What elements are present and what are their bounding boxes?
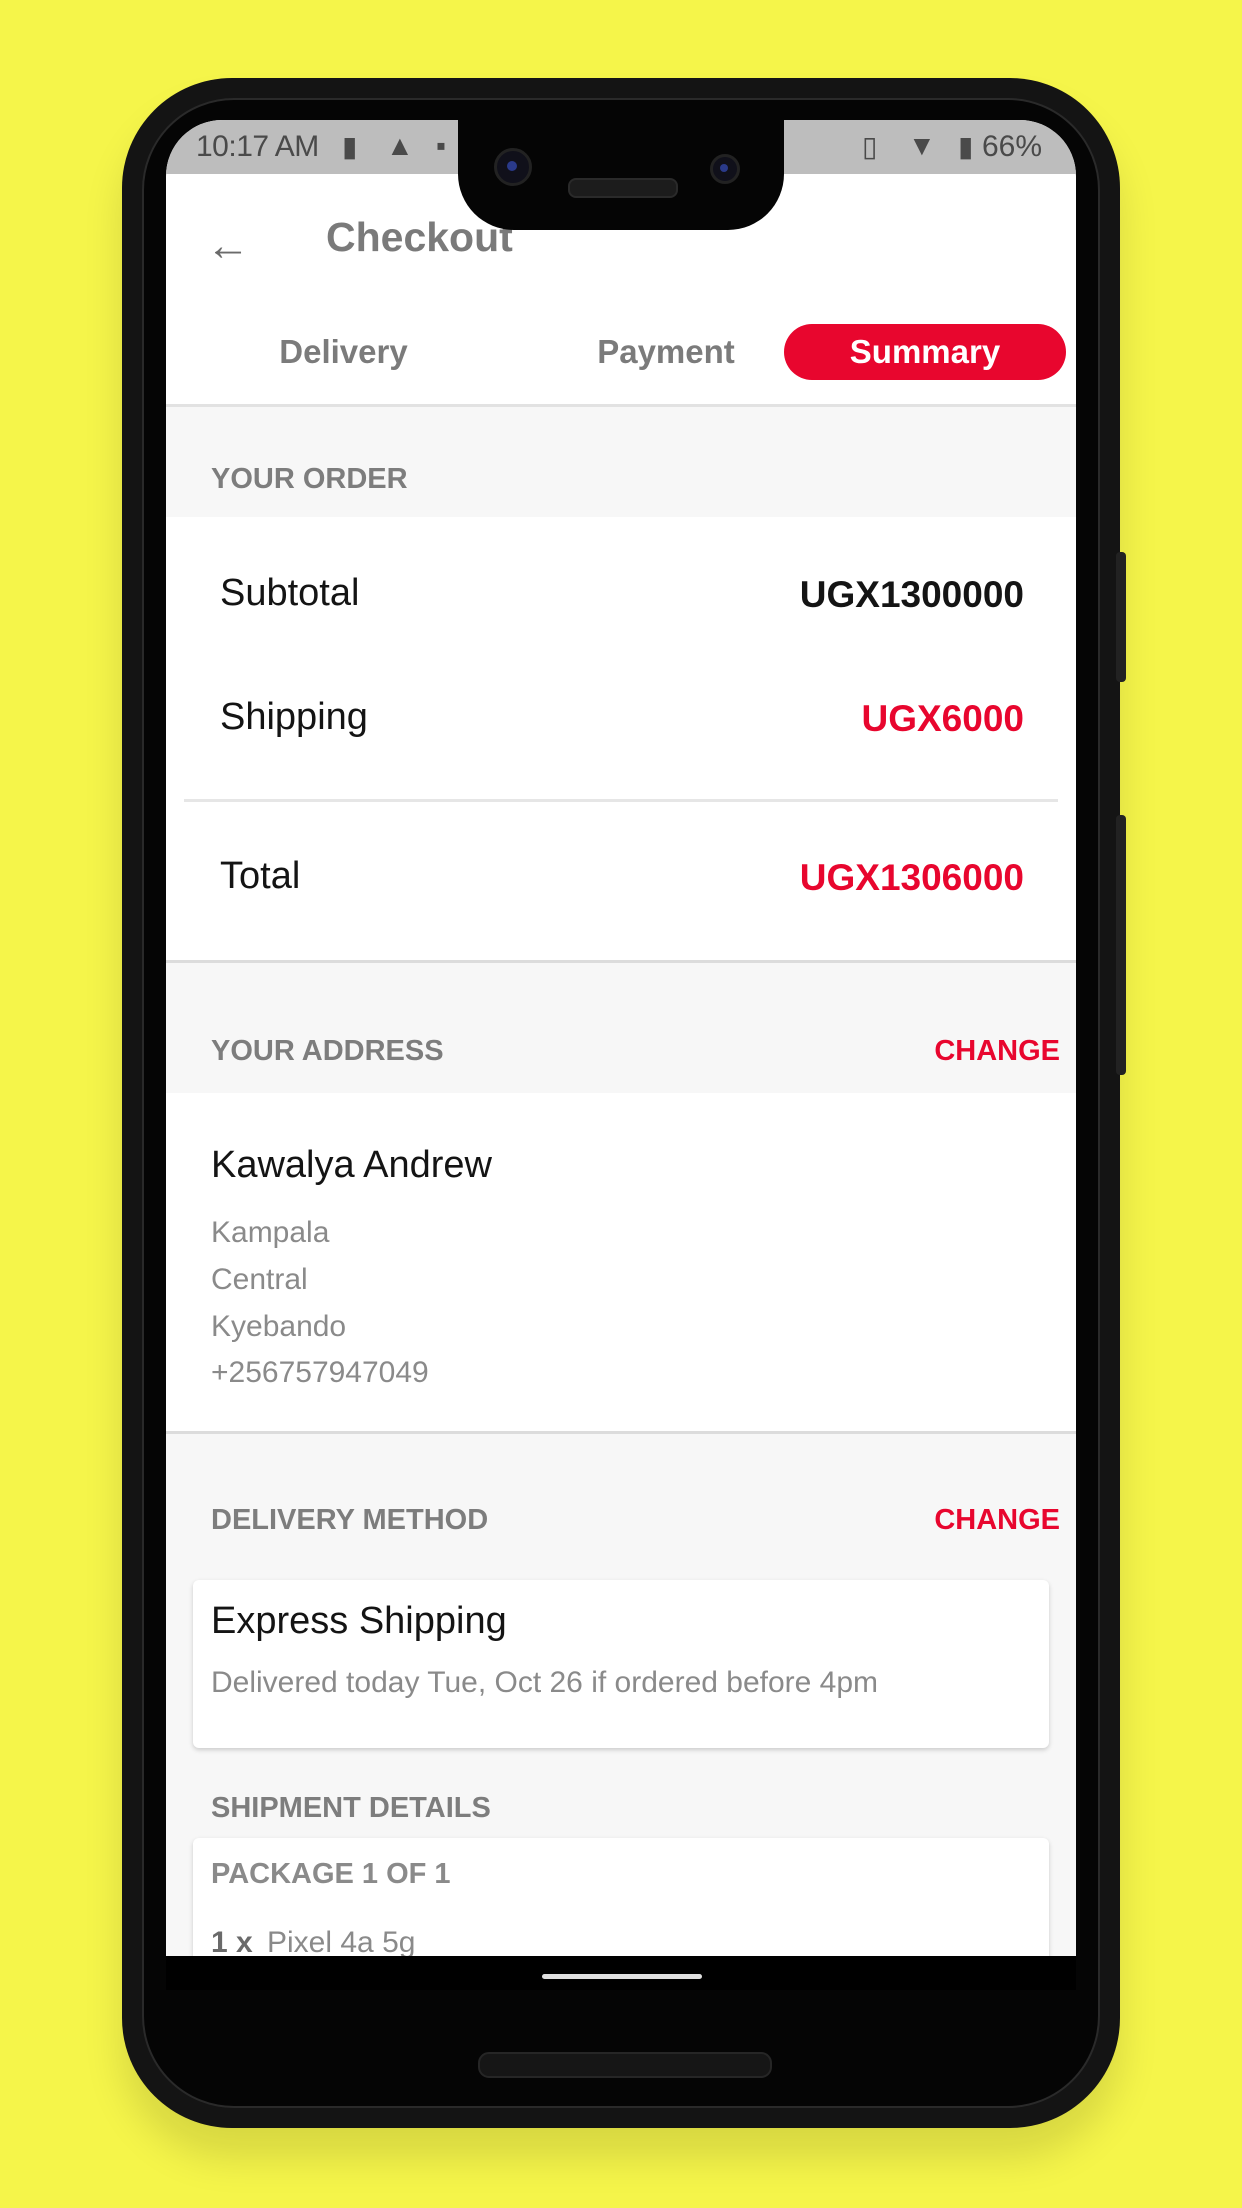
tab-delivery[interactable]: Delivery	[246, 324, 441, 380]
package-item-name: Pixel 4a 5g	[267, 1926, 416, 1956]
power-button	[1116, 552, 1126, 682]
sim-icon: ▮	[342, 131, 358, 162]
alert-icon: ▲	[386, 130, 414, 161]
app-notification-icon: ▪	[436, 130, 446, 161]
order-section-header: YOUR ORDER	[166, 407, 1076, 517]
order-divider	[184, 799, 1058, 802]
bottom-speaker	[478, 2052, 772, 2078]
address-area: Kyebando	[211, 1310, 347, 1343]
delivery-method-title: Express Shipping	[211, 1600, 507, 1642]
shipping-value: UGX6000	[861, 698, 1025, 739]
address-name: Kawalya Andrew	[211, 1144, 492, 1186]
tab-payment[interactable]: Payment	[541, 324, 791, 380]
earpiece-speaker	[568, 178, 678, 198]
total-value: UGX1306000	[799, 857, 1024, 898]
volume-button	[1116, 815, 1126, 1075]
app-screen: 10:17 AM ▮ ▲ ▪ ▯ ▼ ▮ 66% ← Checkout Deli…	[166, 120, 1076, 1956]
package-label: PACKAGE 1 OF 1	[211, 1858, 451, 1890]
order-header-label: YOUR ORDER	[211, 463, 408, 495]
arrow-left-icon[interactable]: ←	[206, 224, 250, 268]
navigation-bar	[166, 1956, 1076, 1990]
package-item-qty: 1 x	[211, 1926, 253, 1956]
delivery-method-card[interactable]: Express Shipping Delivered today Tue, Oc…	[193, 1580, 1049, 1748]
address-phone: +256757947049	[211, 1356, 429, 1389]
package-card: PACKAGE 1 OF 1 1 x Pixel 4a 5g	[193, 1838, 1049, 1956]
address-city: Kampala	[211, 1216, 330, 1249]
home-gesture-handle[interactable]	[542, 1974, 702, 1979]
sensor-icon	[710, 154, 740, 184]
shipping-label: Shipping	[220, 696, 368, 738]
camera-notch	[458, 120, 784, 230]
address-header-label: YOUR ADDRESS	[211, 1035, 444, 1067]
battery-icon: ▮	[958, 131, 974, 162]
tab-summary[interactable]: Summary	[784, 324, 1066, 380]
delivery-header-label: DELIVERY METHOD	[211, 1504, 489, 1536]
front-camera-icon	[494, 148, 532, 186]
subtotal-label: Subtotal	[220, 572, 360, 614]
address-section-header: YOUR ADDRESS CHANGE	[166, 963, 1076, 1093]
address-region: Central	[211, 1263, 308, 1296]
battery-level: 66%	[981, 130, 1042, 163]
wifi-icon: ▼	[908, 130, 936, 161]
total-label: Total	[220, 855, 301, 897]
change-delivery-button[interactable]: CHANGE	[934, 1504, 1060, 1537]
subtotal-value: UGX1300000	[799, 574, 1024, 615]
delivery-method-subtitle: Delivered today Tue, Oct 26 if ordered b…	[211, 1666, 879, 1699]
change-address-button[interactable]: CHANGE	[934, 1035, 1060, 1068]
status-time: 10:17 AM	[196, 130, 319, 163]
vibrate-icon: ▯	[862, 131, 878, 162]
shipment-header-label: SHIPMENT DETAILS	[211, 1792, 491, 1824]
